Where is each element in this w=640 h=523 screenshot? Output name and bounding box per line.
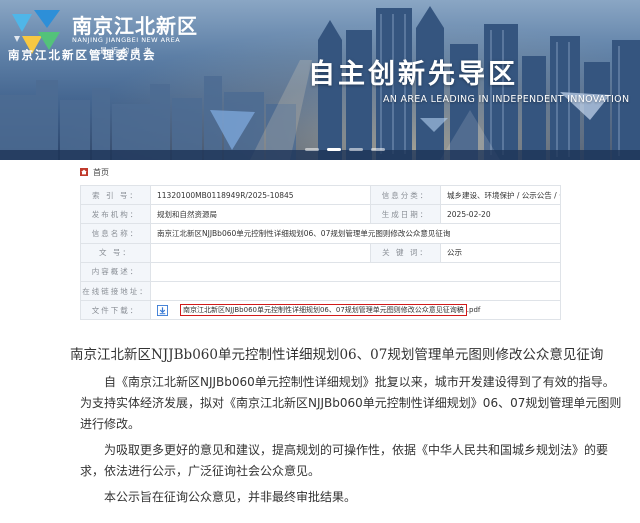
file-download-cell: 南京江北新区NJJBb060单元控制性详细规划06、07规划管理单元图则修改公众…: [150, 300, 561, 321]
paragraph-line: 求，依法进行公示，广泛征询社会公众意见。: [80, 464, 321, 478]
carousel-dot[interactable]: [371, 148, 385, 151]
file-download-label: 文件下载：: [80, 300, 151, 321]
carousel-indicators: [305, 148, 385, 151]
paragraph-line: 为支持实体经济发展，拟对《南京江北新区NJJBb060单元控制性详细规划》06、…: [80, 396, 622, 410]
logo-title-en: NANJING JIANGBEI NEW AREA: [72, 36, 181, 44]
content-summary-label: 内容概述：: [80, 261, 151, 282]
paragraph-line: 本公示旨在征询公众意见，并非最终审批结果。: [104, 490, 357, 504]
article-title: 南京江北新区NJJBb060单元控制性详细规划06、07规划管理单元图则修改公众…: [70, 347, 604, 363]
issuer-label: 发布机构：: [80, 204, 151, 225]
banner-headline-cn: 自主创新先导区: [308, 59, 518, 90]
article-paragraph-3: 本公示旨在征询公众意见，并非最终审批结果。: [80, 487, 560, 508]
organization-name: 南京江北新区管理委员会: [8, 48, 157, 62]
date-label: 生成日期：: [370, 204, 441, 225]
table-row: 索 引 号： 11320100MB0118949R/2025-10845 信息分…: [80, 184, 561, 206]
keywords-label: 关 键 词：: [370, 242, 441, 263]
banner-headline-en: AN AREA LEADING IN INDEPENDENT INNOVATIO…: [383, 94, 630, 105]
home-icon: [80, 168, 88, 176]
paragraph-line: 自《南京江北新区NJJBb060单元控制性详细规划》批复以来，城市开发建设得到了…: [104, 375, 615, 389]
breadcrumb-home-link[interactable]: 首页: [93, 167, 109, 178]
name-value: 南京江北新区NJJBb060单元控制性详细规划06、07规划管理单元图则修改公众…: [150, 223, 561, 244]
keywords-value: 公示: [440, 242, 561, 263]
document-info-table: 索 引 号： 11320100MB0118949R/2025-10845 信息分…: [80, 184, 561, 321]
table-row: 文件下载： 南京江北新区NJJBb060单元控制性详细规划06、07规划管理单元…: [80, 300, 561, 321]
breadcrumb: 首页: [80, 166, 109, 178]
online-link-label: 在线链接地址：: [80, 280, 151, 302]
download-file-ext[interactable]: .pdf: [467, 306, 481, 314]
category-label: 信息分类：: [370, 184, 441, 206]
carousel-dot[interactable]: [349, 148, 363, 151]
doc-no-value: [150, 242, 371, 263]
doc-no-label: 文 号：: [80, 242, 151, 263]
paragraph-line: 为吸取更多更好的意见和建议，提高规划的可操作性，依据《中华人民共和国城乡规划法》…: [104, 443, 609, 457]
table-row: 发布机构： 规划和自然资源局 生成日期： 2025-02-20: [80, 204, 561, 225]
date-value: 2025-02-20: [440, 204, 561, 225]
carousel-dot[interactable]: [305, 148, 319, 151]
paragraph-line: 进行修改。: [80, 417, 141, 431]
download-file-link[interactable]: 南京江北新区NJJBb060单元控制性详细规划06、07规划管理单元图则修改公众…: [180, 304, 467, 317]
logo-title-cn: 南京江北新区: [72, 14, 198, 38]
table-row: 文 号： 关 键 词： 公示: [80, 242, 561, 263]
download-icon[interactable]: [157, 304, 168, 316]
name-label: 信息名称：: [80, 223, 151, 244]
file-download-row: 南京江北新区NJJBb060单元控制性详细规划06、07规划管理单元图则修改公众…: [157, 304, 560, 317]
index-no-label: 索 引 号：: [80, 184, 151, 206]
content-summary-value: [150, 261, 561, 282]
carousel-dot[interactable]: [327, 148, 341, 151]
index-no-value: 11320100MB0118949R/2025-10845: [150, 184, 371, 206]
online-link-value: [150, 280, 561, 302]
article-paragraph-2: 为吸取更多更好的意见和建议，提高规划的可操作性，依据《中华人民共和国城乡规划法》…: [80, 440, 609, 482]
article-paragraph-1: 自《南京江北新区NJJBb060单元控制性详细规划》批复以来，城市开发建设得到了…: [80, 372, 622, 435]
header-banner: 南京江北新区 NANJING JIANGBEI NEW AREA 最近的未来 南…: [0, 0, 640, 160]
table-row: 内容概述：: [80, 261, 561, 282]
table-row: 在线链接地址：: [80, 280, 561, 302]
category-value: 城乡建设、环境保护 / 公示公告 / 公告: [440, 184, 561, 206]
issuer-value: 规划和自然资源局: [150, 204, 371, 225]
table-row: 信息名称： 南京江北新区NJJBb060单元控制性详细规划06、07规划管理单元…: [80, 223, 561, 244]
